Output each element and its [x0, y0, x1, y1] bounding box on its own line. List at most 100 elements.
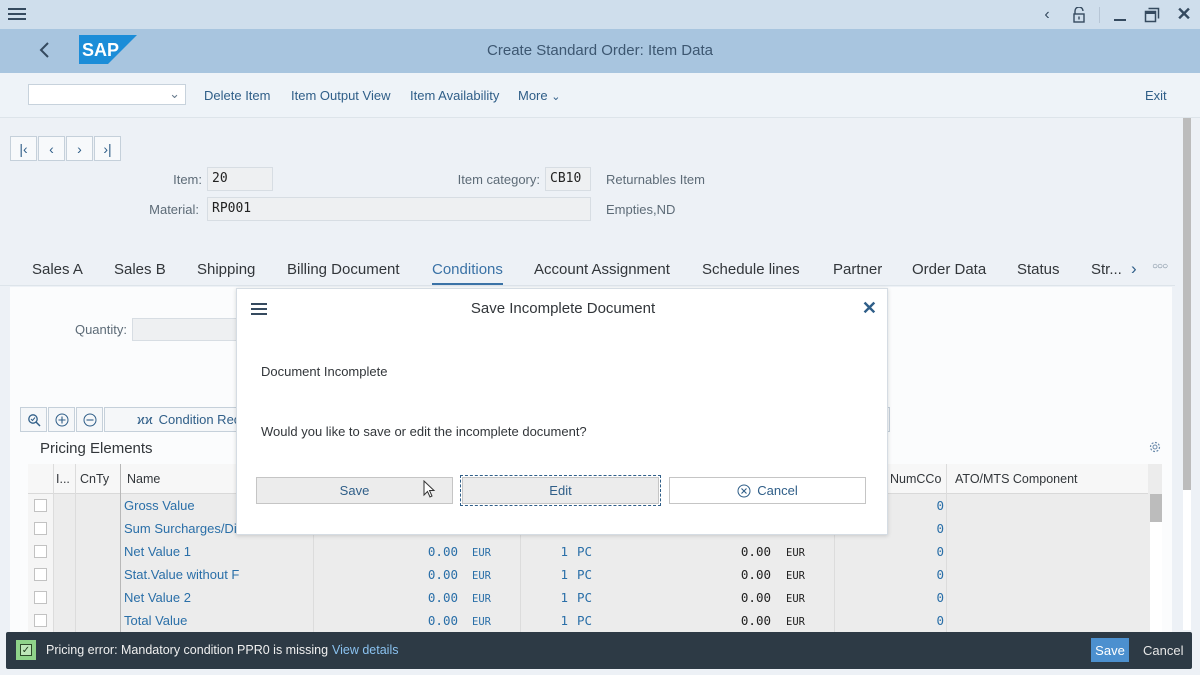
page-scrollbar[interactable]	[1183, 118, 1191, 630]
next-item-button[interactable]: ›	[66, 136, 93, 161]
close-icon[interactable]: ✕	[862, 298, 877, 319]
delete-row-button[interactable]	[76, 407, 103, 432]
gear-icon[interactable]	[1148, 440, 1162, 454]
row-checkbox[interactable]	[34, 545, 47, 558]
item-availability-button[interactable]: Item Availability	[410, 88, 499, 103]
pricing-unit-cell: 1	[560, 590, 568, 605]
tab-sales-a[interactable]: Sales A	[32, 261, 83, 278]
row-checkbox[interactable]	[34, 522, 47, 535]
condition-name-link[interactable]: Net Value 1	[124, 544, 191, 559]
tab-conditions[interactable]: Conditions	[432, 261, 503, 285]
first-item-button[interactable]: |‹	[10, 136, 37, 161]
condition-name-link[interactable]: Gross Value	[124, 498, 195, 513]
row-checkbox[interactable]	[34, 591, 47, 604]
table-scrollbar[interactable]	[1150, 494, 1162, 632]
status-checkbox-icon[interactable]: ✓	[16, 640, 36, 660]
condition-name-link[interactable]: Stat.Value without F	[124, 567, 239, 582]
insert-row-button[interactable]	[48, 407, 75, 432]
dialog-cancel-button[interactable]: Cancel	[669, 477, 866, 504]
overflow-tabs-icon[interactable]: ○○○	[1152, 261, 1168, 272]
tab-billing-document[interactable]: Billing Document	[287, 261, 400, 278]
condition-currency-cell: EUR	[786, 547, 805, 559]
condition-name-link[interactable]: Total Value	[124, 613, 187, 628]
chevron-down-icon: ⌄	[169, 86, 180, 101]
dialog-edit-button[interactable]: Edit	[460, 475, 661, 506]
column-header-ato-mts[interactable]: ATO/MTS Component	[955, 472, 1078, 486]
currency-cell: EUR	[472, 547, 491, 559]
back-button[interactable]	[34, 38, 56, 62]
exit-button[interactable]: Exit	[1145, 88, 1167, 103]
hamburger-menu-icon[interactable]	[8, 5, 26, 23]
message-text: Pricing error: Mandatory condition PPR0 …	[46, 643, 329, 657]
restore-icon[interactable]	[1136, 0, 1168, 29]
item-output-view-button[interactable]: Item Output View	[291, 88, 390, 103]
currency-cell: EUR	[472, 593, 491, 605]
chevron-down-icon: ⌄	[551, 91, 561, 103]
condition-value-cell: 0.00	[740, 567, 771, 582]
shell-header: SAP Create Standard Order: Item Data	[0, 29, 1200, 73]
column-header-cnty[interactable]: CnTy	[80, 472, 109, 486]
condition-value-cell: 0.00	[740, 544, 771, 559]
row-checkbox[interactable]	[34, 568, 47, 581]
table-scrollbar-thumb[interactable]	[1150, 494, 1162, 522]
amount-cell: 0.00	[427, 613, 458, 628]
uom-cell: PC	[577, 544, 593, 559]
currency-cell: EUR	[472, 616, 491, 628]
material-field[interactable]: RP001	[207, 197, 591, 221]
tab-structure[interactable]: Str...	[1091, 261, 1122, 278]
column-header-name[interactable]: Name	[127, 472, 160, 486]
row-checkbox[interactable]	[34, 614, 47, 627]
item-field[interactable]: 20	[207, 167, 273, 191]
tab-partner[interactable]: Partner	[833, 261, 882, 278]
tab-account-assignment[interactable]: Account Assignment	[534, 261, 670, 278]
previous-item-button[interactable]: ‹	[38, 136, 65, 161]
item-category-label: Item category:	[457, 172, 540, 187]
last-item-button[interactable]: ›|	[94, 136, 121, 161]
plus-circle-icon	[55, 413, 68, 426]
table-row[interactable]: Net Value 2 0.00 EUR 1 PC 0.00 EUR 0	[28, 587, 1148, 610]
chevron-right-icon[interactable]: ›	[1131, 259, 1137, 279]
row-checkbox[interactable]	[34, 499, 47, 512]
material-description: Empties,ND	[606, 202, 676, 217]
view-details-link[interactable]: View details	[332, 643, 398, 657]
glasses-icon: ϰϰ	[137, 412, 153, 427]
item-category-field[interactable]: CB10	[545, 167, 591, 191]
command-field-select[interactable]: ⌄	[28, 84, 186, 105]
minus-circle-icon	[83, 413, 96, 426]
back-arrow-icon	[39, 42, 49, 58]
uom-cell: PC	[577, 590, 593, 605]
condition-name-link[interactable]: Sum Surcharges/Di	[124, 521, 237, 536]
item-navigation: |‹ ‹ › ›|	[10, 136, 121, 161]
divider	[1099, 6, 1100, 23]
chevron-left-icon[interactable]: ‹	[1031, 0, 1063, 29]
column-header-numcco[interactable]: NumCCo	[890, 472, 941, 486]
minimize-icon[interactable]	[1104, 0, 1136, 29]
column-header-inactive[interactable]: I...	[56, 472, 70, 486]
quantity-field[interactable]	[132, 318, 242, 341]
table-row[interactable]: Total Value 0.00 EUR 1 PC 0.00 EUR 0	[28, 610, 1148, 632]
close-window-icon[interactable]: ✕	[1168, 0, 1200, 29]
save-incomplete-dialog: Save Incomplete Document ✕ Document Inco…	[236, 288, 888, 535]
table-row[interactable]: Stat.Value without F 0.00 EUR 1 PC 0.00 EUR 0	[28, 564, 1148, 587]
delete-item-button[interactable]: Delete Item	[204, 88, 270, 103]
scrollbar-thumb[interactable]	[1183, 118, 1191, 490]
tab-schedule-lines[interactable]: Schedule lines	[702, 261, 800, 278]
tab-shipping[interactable]: Shipping	[197, 261, 255, 278]
footer-cancel-button[interactable]: Cancel	[1143, 643, 1183, 658]
tab-sales-b[interactable]: Sales B	[114, 261, 166, 278]
tab-status[interactable]: Status	[1017, 261, 1060, 278]
condition-currency-cell: EUR	[786, 593, 805, 605]
condition-currency-cell: EUR	[786, 616, 805, 628]
condition-name-link[interactable]: Net Value 2	[124, 590, 191, 605]
condition-value-cell: 0.00	[740, 590, 771, 605]
numcco-cell: 0	[936, 567, 944, 582]
condition-value-cell: 0.00	[740, 613, 771, 628]
footer-save-button[interactable]: Save	[1091, 638, 1129, 662]
more-menu-button[interactable]: More ⌄	[518, 88, 560, 103]
table-row[interactable]: Net Value 1 0.00 EUR 1 PC 0.00 EUR 0	[28, 541, 1148, 564]
tab-order-data[interactable]: Order Data	[912, 261, 986, 278]
dialog-save-button[interactable]: Save	[256, 477, 453, 504]
zoom-detail-button[interactable]	[20, 407, 47, 432]
more-label: More	[518, 88, 548, 103]
unlock-icon[interactable]	[1063, 0, 1095, 29]
